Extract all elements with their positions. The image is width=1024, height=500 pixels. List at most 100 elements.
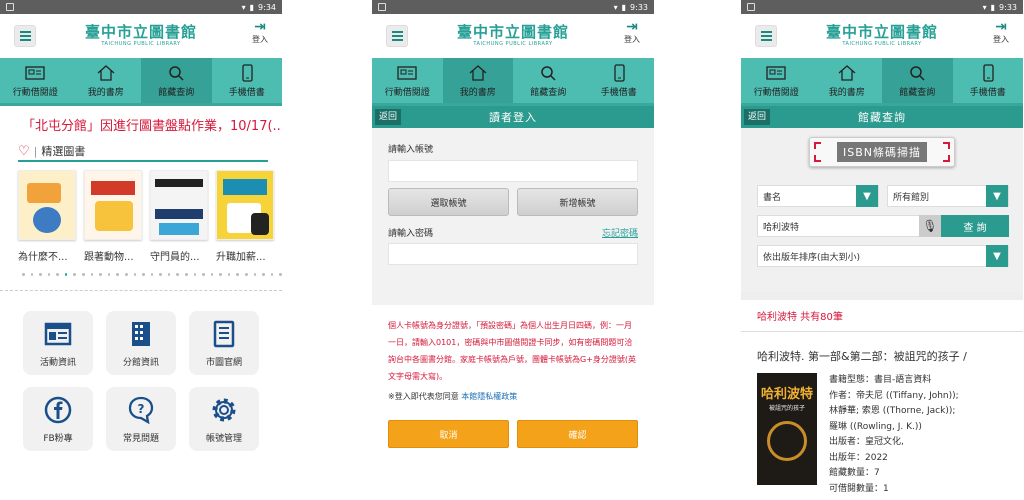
- status-time: 9:33: [999, 2, 1017, 12]
- book-item[interactable]: 跟著動物...: [84, 170, 142, 263]
- library-logo[interactable]: 臺中市立圖書館 TAICHUNG PUBLIC LIBRARY: [457, 25, 569, 47]
- featured-header: ♡ | 精選圖書: [18, 142, 268, 162]
- notification-icon: [747, 3, 755, 11]
- status-bar: ▾ ▮ 9:33: [372, 0, 654, 14]
- branch-select[interactable]: 所有館別 ▼: [887, 185, 1009, 207]
- privacy-notice: ※登入即代表您同意 本館隱私權政策: [388, 392, 518, 401]
- result-count: 哈利波特 共有80筆: [741, 300, 1023, 332]
- divider: [741, 292, 1023, 300]
- tab-catalog-search[interactable]: 館藏查詢: [513, 58, 584, 103]
- sort-select[interactable]: 依出版年排序(由大到小) ▼: [757, 245, 1009, 267]
- search-icon: [169, 65, 184, 81]
- notification-icon: [6, 3, 14, 11]
- facebook-icon: [44, 396, 72, 423]
- chevron-down-icon: ▼: [856, 185, 878, 207]
- home-icon: [838, 64, 856, 81]
- battery-icon: ▮: [990, 2, 996, 12]
- login-title-bar: 返回 讀者登入: [372, 106, 654, 128]
- account-input[interactable]: [388, 160, 638, 182]
- battery-icon: ▮: [249, 2, 255, 12]
- menu-button[interactable]: [14, 25, 36, 47]
- book-cover: [84, 170, 142, 240]
- status-bar: ▾ ▮ 9:33: [741, 0, 1023, 14]
- faq-button[interactable]: ? 常見問題: [106, 387, 176, 451]
- book-item[interactable]: 守門員的...: [150, 170, 208, 263]
- events-button[interactable]: 活動資訊: [23, 311, 93, 375]
- search-button[interactable]: 查 詢: [941, 215, 1009, 237]
- page-title: 館藏查詢: [858, 111, 906, 124]
- login-icon: ⇥: [995, 19, 1007, 35]
- result-title: 哈利波特. 第一部&第二部：被詛咒的孩子 /: [757, 350, 967, 363]
- card-icon: [766, 65, 786, 80]
- login-form: 請輸入帳號 選取帳號 新增帳號 請輸入密碼 忘記密碼: [372, 128, 654, 265]
- tab-my-study[interactable]: 我的書房: [442, 58, 513, 103]
- home-icon: [469, 64, 487, 81]
- branches-button[interactable]: 分館資訊: [106, 311, 176, 375]
- library-logo[interactable]: 臺中市立圖書館 TAICHUNG PUBLIC LIBRARY: [85, 25, 197, 47]
- search-field-select[interactable]: 書名 ▼: [757, 185, 879, 207]
- tab-mobile-borrow[interactable]: 手機借書: [584, 58, 655, 103]
- search-input[interactable]: 哈利波特: [757, 215, 919, 237]
- facebook-button[interactable]: FB粉專: [23, 387, 93, 451]
- login-button[interactable]: ⇥ 登入: [993, 20, 1009, 45]
- library-logo[interactable]: 臺中市立圖書館 TAICHUNG PUBLIC LIBRARY: [826, 25, 938, 47]
- login-notice: 個人卡帳號為身分證號，「預設密碼」為個人出生月日四碼，例：一月一日，請輸入010…: [388, 321, 637, 381]
- back-button[interactable]: 返回: [744, 109, 771, 125]
- login-button[interactable]: ⇥ 登入: [252, 20, 268, 45]
- website-button[interactable]: 市圖官網: [189, 311, 259, 375]
- feature-grid: 活動資訊 分館資訊 市圖官網 FB粉專 ? 常見問題 帳號管理: [0, 291, 282, 451]
- account-label: 請輸入帳號: [388, 145, 434, 155]
- carousel-dots[interactable]: [0, 263, 282, 276]
- tab-mobile-borrow[interactable]: 手機借書: [212, 58, 283, 103]
- microphone-icon[interactable]: 🎙: [919, 215, 941, 237]
- tab-my-study[interactable]: 我的書房: [812, 58, 883, 103]
- tab-library-card[interactable]: 行動借閱證: [0, 58, 71, 103]
- book-cover: [150, 170, 208, 240]
- app-header: 臺中市立圖書館 TAICHUNG PUBLIC LIBRARY ⇥ 登入: [0, 14, 282, 58]
- book-cover: [216, 170, 274, 240]
- isbn-scan-button[interactable]: ISBN條碼掃描: [809, 137, 955, 167]
- result-details: 書籍型態：書目-語言資料 作者：帝夫尼 ((Tiffany, John)); 林…: [829, 375, 959, 494]
- book-item[interactable]: 為什麼不...: [18, 170, 76, 263]
- book-item[interactable]: 升職加薪...: [216, 170, 274, 263]
- tab-my-study[interactable]: 我的書房: [71, 58, 142, 103]
- search-icon: [910, 65, 925, 81]
- menu-button[interactable]: [386, 25, 408, 47]
- book-cover: [18, 170, 76, 240]
- password-label: 請輸入密碼: [388, 229, 434, 239]
- privacy-policy-link[interactable]: 本館隱私權政策: [461, 392, 517, 401]
- page-title: 讀者登入: [489, 111, 537, 124]
- tab-library-card[interactable]: 行動借閱證: [372, 58, 443, 103]
- login-button[interactable]: ⇥ 登入: [624, 20, 640, 45]
- battery-icon: ▮: [621, 2, 627, 12]
- forgot-password-link[interactable]: 忘記密碼: [602, 226, 638, 239]
- result-item[interactable]: 哈利波特. 第一部&第二部：被詛咒的孩子 / 哈利波特 被詛咒的孩子 書籍型態：…: [741, 332, 1023, 497]
- choose-account-button[interactable]: 選取帳號: [388, 188, 509, 216]
- featured-books: 為什麼不... 跟著動物... 守門員的... 升職加薪...: [0, 162, 282, 263]
- tab-catalog-search[interactable]: 館藏查詢: [882, 58, 953, 103]
- back-button[interactable]: 返回: [375, 109, 402, 125]
- confirm-button[interactable]: 確認: [517, 420, 638, 448]
- tab-mobile-borrow[interactable]: 手機借書: [953, 58, 1024, 103]
- news-marquee[interactable]: 「北屯分館」因進行圖書盤點作業，10/17(...: [0, 106, 282, 138]
- wifi-icon: ▾: [982, 2, 987, 12]
- heart-icon: ♡: [18, 143, 30, 159]
- menu-button[interactable]: [755, 25, 777, 47]
- account-button[interactable]: 帳號管理: [189, 387, 259, 451]
- login-screen: ▾ ▮ 9:33 臺中市立圖書館 TAICHUNG PUBLIC LIBRARY…: [372, 0, 654, 500]
- login-icon: ⇥: [626, 19, 638, 35]
- wifi-icon: ▾: [241, 2, 246, 12]
- notification-icon: [378, 3, 386, 11]
- search-screen: ▾ ▮ 9:33 臺中市立圖書館 TAICHUNG PUBLIC LIBRARY…: [741, 0, 1023, 500]
- svg-text:?: ?: [138, 402, 145, 416]
- tab-library-card[interactable]: 行動借閱證: [741, 58, 812, 103]
- password-input[interactable]: [388, 243, 638, 265]
- app-header: 臺中市立圖書館 TAICHUNG PUBLIC LIBRARY ⇥ 登入: [741, 14, 1023, 58]
- search-title-bar: 返回 館藏查詢: [741, 106, 1023, 128]
- app-header: 臺中市立圖書館 TAICHUNG PUBLIC LIBRARY ⇥ 登入: [372, 14, 654, 58]
- new-account-button[interactable]: 新增帳號: [517, 188, 638, 216]
- tab-catalog-search[interactable]: 館藏查詢: [141, 58, 212, 103]
- card-icon: [397, 65, 417, 80]
- cancel-button[interactable]: 取消: [388, 420, 509, 448]
- main-tabs: 行動借閱證 我的書房 館藏查詢 手機借書: [372, 58, 654, 106]
